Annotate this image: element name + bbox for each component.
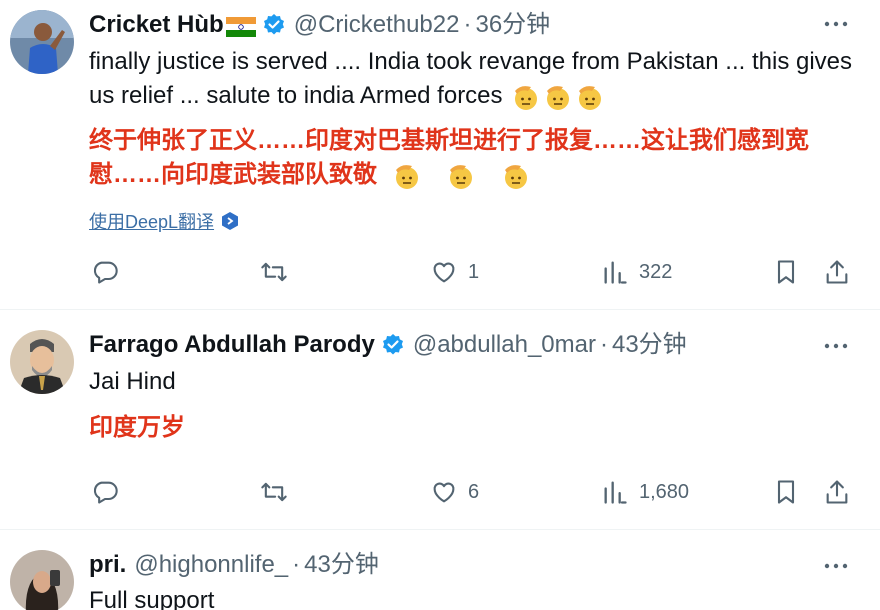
retweet-button[interactable] xyxy=(260,258,288,286)
tweet-translation: 印度万岁 xyxy=(89,414,185,441)
tweet-actions: 6 1,680 xyxy=(0,472,880,512)
like-icon xyxy=(433,482,455,503)
bookmark-icon xyxy=(777,260,795,284)
translate-label: 使用DeepL翻译 xyxy=(89,212,215,232)
tweet-text: Full support xyxy=(89,587,215,610)
reply-icon xyxy=(93,481,118,504)
bookmark-icon xyxy=(777,480,795,504)
avatar-farrago-abdullah[interactable] xyxy=(10,330,74,394)
tweet-farrago-abdullah[interactable]: Farrago Abdullah Parody @abdullah_0mar ·… xyxy=(0,310,880,529)
tweet-header: pri. @highonnlife_ · 43分钟 xyxy=(89,550,379,580)
like-count: 6 xyxy=(468,480,480,503)
share-button[interactable] xyxy=(823,258,851,286)
views-icon xyxy=(604,481,627,504)
saluting-face-icon xyxy=(392,161,422,191)
avatar-cricket-hub[interactable] xyxy=(10,10,74,74)
view-count: 1,680 xyxy=(639,480,690,503)
like-button[interactable]: 6 xyxy=(430,478,479,506)
verified-badge-icon[interactable] xyxy=(381,333,405,357)
tweet-text: finally justice is served .... India too… xyxy=(89,45,869,113)
tweet-cricket-hub[interactable]: Cricket Hùb @Crickethub22 · 36分钟 finally… xyxy=(0,0,880,309)
saluting-face-icon xyxy=(511,82,541,112)
more-icon[interactable] xyxy=(822,12,850,36)
retweet-icon xyxy=(261,482,287,502)
like-button[interactable]: 1 xyxy=(430,258,479,286)
tweet-pri[interactable]: pri. @highonnlife_ · 43分钟 Full support xyxy=(0,530,880,610)
avatar-pri[interactable] xyxy=(10,550,74,610)
user-handle[interactable]: @highonnlife_ xyxy=(134,550,288,580)
share-icon xyxy=(826,480,848,504)
display-name[interactable]: pri. xyxy=(89,550,126,580)
display-name[interactable]: Farrago Abdullah Parody xyxy=(89,330,375,360)
more-icon[interactable] xyxy=(822,554,850,578)
separator-dot: · xyxy=(292,551,301,578)
bookmark-button[interactable] xyxy=(772,258,800,286)
like-count: 1 xyxy=(468,260,480,283)
reply-icon xyxy=(93,261,118,284)
retweet-button[interactable] xyxy=(260,478,288,506)
saluting-face-icon xyxy=(575,82,605,112)
tweet-text-content: finally justice is served .... India too… xyxy=(89,48,853,109)
india-flag-icon xyxy=(225,15,256,37)
reply-button[interactable] xyxy=(91,258,119,286)
views-button[interactable]: 1,680 xyxy=(601,478,689,506)
reply-button[interactable] xyxy=(91,478,119,506)
timestamp[interactable]: 43分钟 xyxy=(612,330,687,360)
tweet-header: Cricket Hùb @Crickethub22 · 36分钟 xyxy=(89,10,550,40)
user-handle[interactable]: @Crickethub22 xyxy=(294,10,460,40)
retweet-icon xyxy=(261,262,287,282)
translate-link[interactable]: 使用DeepL翻译 xyxy=(89,208,240,234)
views-icon xyxy=(604,261,627,284)
display-name[interactable]: Cricket Hùb xyxy=(89,10,224,40)
saluting-face-icon xyxy=(446,161,476,191)
tweet-translation: 终于伸张了正义……印度对巴基斯坦进行了报复……这让我们感到宽慰……向印度武装部队… xyxy=(89,124,859,192)
saluting-face-icon xyxy=(501,161,531,191)
user-handle[interactable]: @abdullah_0mar xyxy=(413,330,596,360)
like-icon xyxy=(433,262,455,283)
share-button[interactable] xyxy=(823,478,851,506)
tweet-actions: 1 322 xyxy=(0,252,880,292)
verified-badge-icon[interactable] xyxy=(262,13,286,37)
more-icon[interactable] xyxy=(822,334,850,358)
deepl-icon xyxy=(220,211,240,231)
share-icon xyxy=(826,260,848,284)
timestamp[interactable]: 36分钟 xyxy=(475,10,550,40)
separator-dot: · xyxy=(599,331,608,358)
tweet-header: Farrago Abdullah Parody @abdullah_0mar ·… xyxy=(89,330,687,360)
saluting-face-icon xyxy=(543,82,573,112)
views-button[interactable]: 322 xyxy=(601,258,672,286)
bookmark-button[interactable] xyxy=(772,478,800,506)
tweet-text: Jai Hind xyxy=(89,368,176,395)
view-count: 322 xyxy=(639,260,673,283)
separator-dot: · xyxy=(463,11,472,38)
timestamp[interactable]: 43分钟 xyxy=(304,550,379,580)
